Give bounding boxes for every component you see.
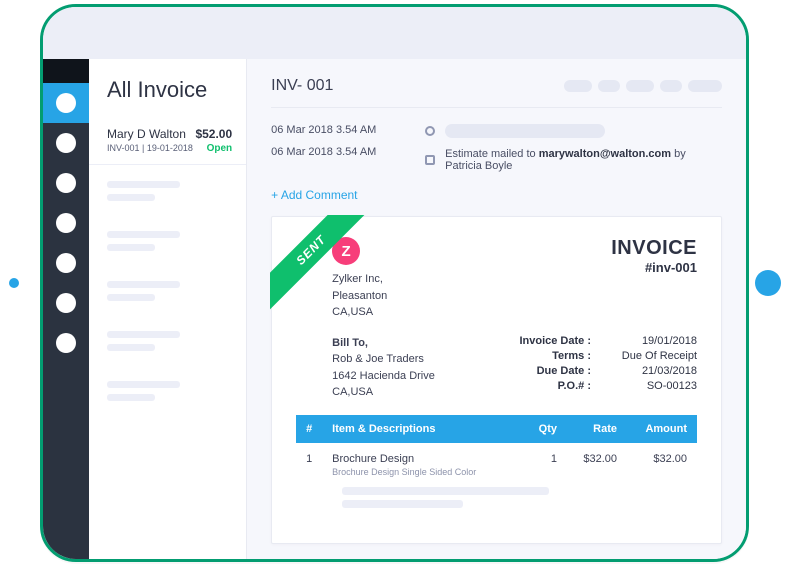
- timeline-marker-icon: [425, 126, 435, 136]
- list-item-placeholder: [89, 215, 246, 265]
- sidebar-item-6[interactable]: [43, 283, 89, 323]
- timeline-date: 06 Mar 2018 3.54 AM: [271, 146, 391, 158]
- invoice-heading: INVOICE #inv-001: [611, 237, 697, 321]
- sidebar-item-2[interactable]: [43, 123, 89, 163]
- sidebar-item-4[interactable]: [43, 203, 89, 243]
- sidebar-item-3[interactable]: [43, 163, 89, 203]
- action-button-placeholder[interactable]: [564, 80, 592, 92]
- list-item-placeholder: [89, 365, 246, 415]
- timeline-date: 06 Mar 2018 3.54 AM: [271, 124, 391, 136]
- circle-icon: [56, 213, 76, 233]
- circle-icon: [56, 293, 76, 313]
- action-button-placeholder[interactable]: [626, 80, 654, 92]
- item-name: Brochure Design: [332, 453, 507, 465]
- device-home-button[interactable]: [755, 270, 781, 296]
- table-header: # Item & Descriptions Qty Rate Amount: [296, 415, 697, 443]
- list-title: All Invoice: [89, 59, 246, 117]
- invoice-title: INV- 001: [271, 77, 333, 95]
- action-button-placeholder[interactable]: [598, 80, 620, 92]
- nav-sidebar: [43, 59, 89, 559]
- toolbar-actions: [564, 80, 722, 92]
- circle-icon: [56, 173, 76, 193]
- status-ribbon: SENT: [270, 215, 380, 325]
- timeline-event-text: Estimate mailed to marywalton@walton.com…: [445, 148, 722, 172]
- activity-timeline: 06 Mar 2018 3.54 AM 06 Mar 2018 3.54 AM …: [271, 124, 722, 172]
- table-row: 1 Brochure Design Brochure Design Single…: [296, 443, 697, 483]
- timeline-node: Estimate mailed to marywalton@walton.com…: [425, 148, 722, 172]
- bill-to-block: Bill To, Rob & Joe Traders 1642 Hacienda…: [332, 335, 435, 401]
- sidebar-item-7[interactable]: [43, 323, 89, 363]
- sidebar-logo-area: [43, 59, 89, 83]
- sidebar-item-5[interactable]: [43, 243, 89, 283]
- circle-icon: [56, 93, 76, 113]
- invoice-preview-card: SENT Z Zylker Inc, Pleasanton CA,USA INV…: [271, 216, 722, 544]
- device-camera-dot: [9, 278, 19, 288]
- app-shell: All Invoice Mary D Walton $52.00 INV-001…: [43, 59, 746, 559]
- ribbon-label: SENT: [270, 215, 373, 312]
- invoice-meta: INV-001 | 19-01-2018: [107, 143, 193, 153]
- sidebar-item-invoices[interactable]: [43, 83, 89, 123]
- circle-icon: [56, 333, 76, 353]
- action-button-placeholder[interactable]: [688, 80, 722, 92]
- invoice-list-item[interactable]: Mary D Walton $52.00 INV-001 | 19-01-201…: [89, 117, 246, 165]
- top-banner: [43, 7, 746, 59]
- main-panel: INV- 001 06 Mar 2018 3.54 AM 06 Mar 2018…: [247, 59, 746, 559]
- tablet-frame: All Invoice Mary D Walton $52.00 INV-001…: [40, 4, 749, 562]
- list-item-placeholder: [89, 315, 246, 365]
- line-items-table: # Item & Descriptions Qty Rate Amount 1 …: [296, 415, 697, 523]
- add-comment-link[interactable]: + Add Comment: [271, 188, 357, 202]
- invoice-list-panel: All Invoice Mary D Walton $52.00 INV-001…: [89, 59, 247, 559]
- list-item-placeholder: [89, 265, 246, 315]
- mail-icon: [425, 155, 435, 165]
- timeline-node: [425, 124, 722, 138]
- circle-icon: [56, 133, 76, 153]
- invoice-meta-table: Invoice Date :19/01/2018 Terms :Due Of R…: [511, 335, 697, 401]
- main-header: INV- 001: [271, 77, 722, 108]
- customer-name: Mary D Walton: [107, 127, 186, 141]
- table-row-placeholder: [296, 483, 697, 523]
- invoice-amount: $52.00: [195, 127, 232, 141]
- circle-icon: [56, 253, 76, 273]
- list-item-placeholder: [89, 165, 246, 215]
- invoice-status: Open: [207, 143, 233, 154]
- timeline-placeholder: [445, 124, 605, 138]
- action-button-placeholder[interactable]: [660, 80, 682, 92]
- item-description: Brochure Design Single Sided Color: [332, 467, 507, 477]
